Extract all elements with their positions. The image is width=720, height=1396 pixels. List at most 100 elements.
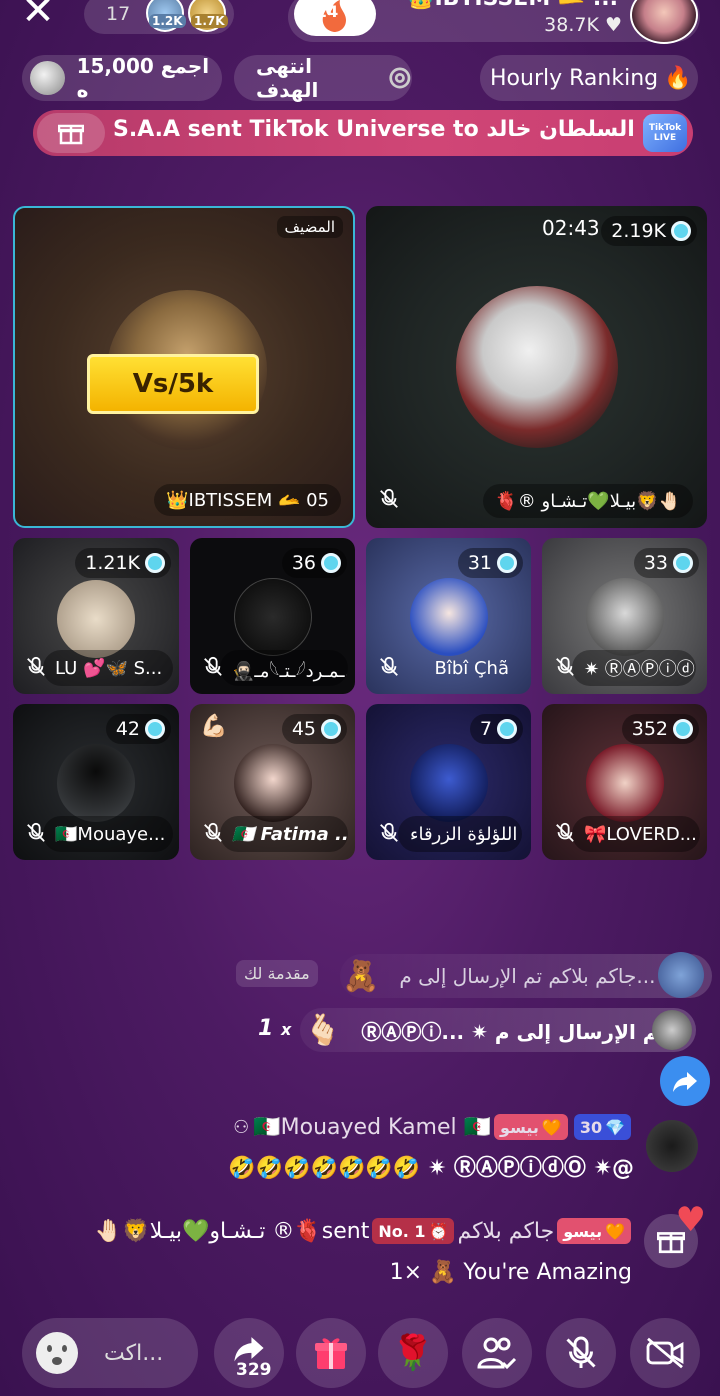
viewer-count: 17 xyxy=(106,3,131,25)
coin-icon xyxy=(321,719,341,739)
eagle-icon xyxy=(30,61,65,95)
guests-button[interactable] xyxy=(462,1318,532,1388)
coin-icon xyxy=(145,553,165,573)
mic-off-icon xyxy=(380,822,398,842)
goal-ended-text: انتهى الهدف xyxy=(256,54,319,102)
gift-notice-2[interactable]: 🫰🏻 ⓇⒶⓅⓘ... ✷ تم الإرسال إلى م... xyxy=(300,1008,696,1052)
mute-mic-button[interactable] xyxy=(546,1318,616,1388)
gift-notice-2-avatar xyxy=(652,1010,692,1050)
top-viewer-avatar-2[interactable]: 1.7K xyxy=(188,0,228,32)
seat-7-score: 7 xyxy=(469,714,523,744)
seat-4[interactable]: 33 ✷ ⓇⒶⓅⓘⓓ... xyxy=(542,538,707,694)
coin-icon xyxy=(497,719,517,739)
coin-icon xyxy=(145,719,165,739)
follow-count: 24 xyxy=(316,2,339,21)
host-label: المضيف xyxy=(276,216,343,238)
seat-2-avatar xyxy=(234,578,312,656)
floating-heart-icon: ♥ xyxy=(675,1200,706,1240)
coin-icon xyxy=(497,553,517,573)
seat-1-avatar xyxy=(57,580,135,658)
gift-banner-text: S.A.A sent TikTok Universe to السلطان خا… xyxy=(113,117,670,142)
tiktok-universe-icon: TikTok LIVE xyxy=(643,114,687,152)
host-avatar[interactable] xyxy=(630,0,698,44)
seat-7[interactable]: 7 اللؤلؤة الزرقاء ... xyxy=(366,704,531,860)
chat-message-2-header: 🤚🏻🦁تـشـاو💚بيـلا ®🫀sent No. 1 ⏰ جاكم بلاكم… xyxy=(95,1218,634,1244)
seat-6-name: 🇩🇿 Fatima ... xyxy=(220,816,348,852)
mic-off-icon xyxy=(566,1336,596,1368)
finger-heart-icon: 🫰🏻 xyxy=(304,1012,342,1048)
guest-cell-avatar xyxy=(456,286,618,448)
seat-8[interactable]: 352 🎀LOVERD... xyxy=(542,704,707,860)
share-float-button[interactable] xyxy=(660,1056,710,1106)
follow-button[interactable]: 24 xyxy=(294,0,376,36)
seat-5-score: 42 xyxy=(105,714,171,744)
coin-icon xyxy=(321,553,341,573)
vs-banner: Vs/5k xyxy=(87,354,259,414)
flexed-arm-icon: 💪🏻 xyxy=(200,714,228,739)
clock-icon: ⏰ xyxy=(428,1221,449,1241)
host-name: 👑IBTISSEM 🫴 ... xyxy=(407,0,618,11)
gift-notice-1-avatar xyxy=(658,952,704,998)
chat-message-2-user[interactable]: جاكم بلاكم xyxy=(457,1219,554,1244)
gift-notice-2-text: ⓇⒶⓅⓘ... ✷ تم الإرسال إلى م... xyxy=(361,1019,688,1044)
comment-input[interactable]: اكت... xyxy=(22,1318,198,1388)
seat-6-avatar xyxy=(234,744,312,822)
top-viewer-badge-1: 1.2K xyxy=(149,14,186,28)
multi-guest-icon xyxy=(477,1337,517,1370)
seat-5[interactable]: 42 🇩🇿Mouaye... xyxy=(13,704,179,860)
gift-box-icon xyxy=(37,113,105,153)
camera-off-button[interactable] xyxy=(630,1318,700,1388)
seat-1-name: LU 💕🦋 S... xyxy=(43,650,173,686)
top-viewer-avatar-1[interactable]: 1.2K xyxy=(146,0,186,32)
seat-6[interactable]: 💪🏻 45 🇩🇿 Fatima ... xyxy=(190,704,355,860)
rose-gift-button[interactable]: 🌹 xyxy=(378,1318,448,1388)
seat-4-score: 33 xyxy=(633,548,699,578)
chat-message-1-avatar[interactable] xyxy=(646,1120,698,1172)
mic-off-icon xyxy=(380,656,398,676)
seat-7-name: اللؤلؤة الزرقاء ... xyxy=(398,816,522,852)
seat-1-score: 1.21K xyxy=(75,548,171,578)
seat-3[interactable]: 31 Bîbî Çhã xyxy=(366,538,531,694)
rose-icon: 🌹 xyxy=(391,1333,435,1373)
seat-1[interactable]: 1.21K LU 💕🦋 S... xyxy=(13,538,179,694)
comment-placeholder: اكت... xyxy=(104,1340,164,1366)
collect-goal-pill[interactable]: اجمع 15,000 ه xyxy=(22,54,222,102)
seat-8-score: 352 xyxy=(621,714,699,744)
heart-icon: ♥ xyxy=(604,14,622,36)
seat-4-avatar xyxy=(586,578,664,656)
host-info[interactable]: 24 👑IBTISSEM 🫴 ... 38.7K ♥ xyxy=(288,0,700,44)
seat-3-name: Bîbî Çhã xyxy=(434,657,509,679)
seat-5-avatar xyxy=(57,744,135,822)
chat-message-1-user[interactable]: 🇩🇿Mouayed Kamel 🇩🇿 xyxy=(253,1115,491,1140)
rank-badge: No. 1 ⏰ xyxy=(372,1218,455,1244)
gift-notice-1[interactable]: 🧸 جاكم بلاكم تم الإرسال إلى م... xyxy=(340,952,712,998)
goal-ended-pill[interactable]: انتهى الهدف xyxy=(234,54,412,102)
close-button[interactable]: ✕ xyxy=(18,0,58,34)
battle-timer: 02:43 xyxy=(542,216,600,240)
target-icon xyxy=(389,67,411,89)
viewer-list[interactable]: 17 1.2K 1.7K xyxy=(84,0,234,34)
share-arrow-icon xyxy=(673,1072,697,1092)
heart-badge-icon: 🧡 xyxy=(541,1117,562,1137)
coin-icon xyxy=(673,719,693,739)
seat-6-score: 45 xyxy=(281,714,347,744)
collect-goal-text: اجمع 15,000 ه xyxy=(76,54,210,102)
gift-button[interactable] xyxy=(296,1318,366,1388)
teddy-bear-icon: 🧸 xyxy=(342,958,380,994)
fan-badge-2: بيسو 🧡 xyxy=(557,1218,631,1244)
gift-notice-2-count: 1 x xyxy=(258,1016,292,1041)
host-cell-name[interactable]: 👑IBTISSEM 🫴 05 xyxy=(154,484,341,516)
seat-2[interactable]: 36 🥷🏻مـ𓆩ـتـ𓆪ـمـرد... xyxy=(190,538,355,694)
camera-off-icon xyxy=(646,1337,684,1369)
seat-4-name: ✷ ⓇⒶⓅⓘⓓ... xyxy=(572,650,696,686)
share-button[interactable]: 329 xyxy=(214,1318,284,1388)
emoji-icon[interactable] xyxy=(36,1332,78,1374)
chat-message-2-text: 🤚🏻🦁تـشـاو💚بيـلا ®🫀sent xyxy=(94,1218,370,1244)
hourly-ranking-pill[interactable]: Hourly Ranking 🔥 xyxy=(480,55,698,101)
top-viewer-badge-2: 1.7K xyxy=(191,14,228,28)
host-video-cell[interactable]: المضيف Vs/5k 👑IBTISSEM 🫴 05 xyxy=(13,206,355,528)
gift-announcement-banner[interactable]: S.A.A sent TikTok Universe to السلطان خا… xyxy=(33,110,693,156)
seat-8-avatar xyxy=(586,744,664,822)
guest-cell-name[interactable]: 🫀® بيـلا💚تـشـاو🦁🤚🏻 xyxy=(483,484,693,518)
guest-video-cell[interactable]: 02:43 2.19K 🫀® بيـلا💚تـشـاو🦁🤚🏻 xyxy=(366,206,707,528)
